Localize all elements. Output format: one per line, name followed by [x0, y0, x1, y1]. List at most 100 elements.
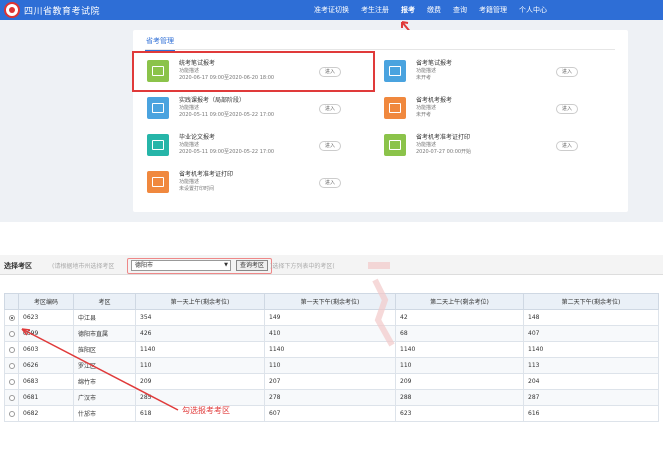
seats-d1-am: 426 — [135, 325, 265, 342]
select-area-label: 选择考区 — [4, 262, 32, 270]
exam-title: 实践课报考（局部阶段） — [179, 97, 246, 104]
nav-item-register[interactable]: 考生注册 — [355, 0, 395, 20]
header-d2-pm: 第二天下午(剩余考位) — [523, 293, 659, 310]
area-name: 罗江区 — [73, 357, 136, 374]
header-d1-am: 第一天上午(剩余考位) — [135, 293, 265, 310]
seats-d1-pm: 110 — [264, 357, 396, 374]
seats-d1-pm: 278 — [264, 389, 396, 406]
exam-title: 省考机考报考 — [416, 97, 453, 104]
select-hint-2: )选择下方列表中的考区( — [270, 263, 335, 270]
exam-desc: 功能描述 — [179, 179, 200, 185]
header-d2-am: 第二天上午(剩余考位) — [395, 293, 524, 310]
exam-time: 2020-07-27 00:00开始 — [416, 149, 472, 155]
table-row[interactable]: 0603 旌阳区 1140 1140 1140 1140 — [4, 341, 659, 358]
query-area-button[interactable]: 查询考区 — [236, 260, 268, 271]
area-name: 绵竹市 — [73, 373, 136, 390]
nav-item-payment[interactable]: 缴费 — [421, 0, 447, 20]
area-radio[interactable] — [8, 362, 15, 369]
seats-d2-am: 110 — [395, 357, 524, 374]
table-row[interactable]: 0683 绵竹市 209 207 209 204 — [4, 373, 659, 390]
seats-d2-pm: 113 — [523, 357, 659, 374]
seats-d1-pm: 607 — [264, 405, 396, 422]
exam-icon — [147, 134, 169, 156]
seats-d1-am: 354 — [135, 309, 265, 326]
seats-d2-pm: 407 — [523, 325, 659, 342]
city-select-value: 德阳市 — [135, 262, 154, 269]
exam-icon — [147, 97, 169, 119]
seats-d2-am: 623 — [395, 405, 524, 422]
exam-icon — [147, 171, 169, 193]
table-row[interactable]: 0623 中江县 354 149 42 148 — [4, 309, 659, 326]
seats-d2-pm: 204 — [523, 373, 659, 390]
nav-item-records[interactable]: 考籍管理 — [473, 0, 513, 20]
area-radio[interactable] — [8, 314, 15, 321]
city-select[interactable]: 德阳市 ▼ — [131, 260, 231, 271]
table-header-row: 考区编码 考区 第一天上午(剩余考位) 第一天下午(剩余考位) 第二天上午(剩余… — [4, 293, 659, 310]
seal-icon — [4, 2, 20, 18]
nav-menu: 准考证切换 考生注册 报考 缴费 查询 考籍管理 个人中心 — [308, 0, 553, 20]
seats-d2-am: 1140 — [395, 341, 524, 358]
exam-desc: 功能描述 — [416, 105, 437, 111]
exam-time: 未开考 — [416, 75, 432, 81]
seats-d2-am: 42 — [395, 309, 524, 326]
seats-d1-am: 110 — [135, 357, 265, 374]
divider — [145, 49, 615, 50]
area-radio[interactable] — [8, 378, 15, 385]
exam-time: 未开考 — [416, 112, 432, 118]
exam-icon — [384, 97, 406, 119]
nav-item-admission-switch[interactable]: 准考证切换 — [308, 0, 355, 20]
area-code: 0681 — [18, 389, 74, 406]
area-name: 旌阳区 — [73, 341, 136, 358]
table-row[interactable]: 0699 德阳市直属 426 410 68 407 — [4, 325, 659, 342]
seats-d1-pm: 207 — [264, 373, 396, 390]
seats-d2-pm: 1140 — [523, 341, 659, 358]
area-radio[interactable] — [8, 394, 15, 401]
enter-button[interactable]: 进入 — [556, 67, 578, 77]
exam-time: 未设置打印时间 — [179, 186, 215, 192]
seats-d2-am: 68 — [395, 325, 524, 342]
seats-d2-pm: 616 — [523, 405, 659, 422]
enter-button[interactable]: 进入 — [319, 178, 341, 188]
seats-d2-am: 288 — [395, 389, 524, 406]
seats-d1-am: 285 — [135, 389, 265, 406]
nav-item-profile[interactable]: 个人中心 — [513, 0, 553, 20]
area-radio[interactable] — [8, 346, 15, 353]
nav-item-apply[interactable]: 报考 — [395, 0, 421, 20]
exam-area-table: 考区编码 考区 第一天上午(剩余考位) 第一天下午(剩余考位) 第二天上午(剩余… — [4, 293, 659, 422]
area-selector-bar: 选择考区 (请根据地市州选择考区 德阳市 ▼ 查询考区 )选择下方列表中的考区( — [0, 255, 663, 275]
enter-button[interactable]: 进入 — [556, 141, 578, 151]
area-code: 0683 — [18, 373, 74, 390]
exam-area-selection-panel: 选择考区 (请根据地市州选择考区 德阳市 ▼ 查询考区 )选择下方列表中的考区(… — [0, 255, 663, 455]
highlight-box — [132, 51, 375, 92]
area-radio[interactable] — [8, 410, 15, 417]
table-row[interactable]: 0682 什邡市 618 607 623 616 — [4, 405, 659, 422]
area-code: 0626 — [18, 357, 74, 374]
area-name: 广汉市 — [73, 389, 136, 406]
exam-icon — [384, 60, 406, 82]
area-radio[interactable] — [8, 330, 15, 337]
logo-text: 四川省教育考试院 — [24, 6, 101, 17]
enter-button[interactable]: 进入 — [319, 141, 341, 151]
annotation-text: 勾选报考考区 — [182, 406, 230, 415]
exam-desc: 功能描述 — [179, 142, 200, 148]
exam-desc: 功能描述 — [416, 68, 437, 74]
nav-item-query[interactable]: 查询 — [447, 0, 473, 20]
table-row[interactable]: 0681 广汉市 285 278 288 287 — [4, 389, 659, 406]
table-row[interactable]: 0626 罗江区 110 110 110 113 — [4, 357, 659, 374]
seats-d1-am: 209 — [135, 373, 265, 390]
exam-time: 2020-05-11 09:00至2020-05-22 17:00 — [179, 149, 275, 155]
top-navbar: 四川省教育考试院 准考证切换 考生注册 报考 缴费 查询 考籍管理 个人中心 — [0, 0, 663, 20]
header-d1-pm: 第一天下午(剩余考位) — [264, 293, 396, 310]
exam-portal-panel: 四川省教育考试院 准考证切换 考生注册 报考 缴费 查询 考籍管理 个人中心 省… — [0, 0, 663, 222]
enter-button[interactable]: 进入 — [556, 104, 578, 114]
area-name: 什邡市 — [73, 405, 136, 422]
exam-desc: 功能描述 — [416, 142, 437, 148]
area-code: 0699 — [18, 325, 74, 342]
seats-d1-pm: 1140 — [264, 341, 396, 358]
seats-d2-pm: 148 — [523, 309, 659, 326]
enter-button[interactable]: 进入 — [319, 104, 341, 114]
area-code: 0682 — [18, 405, 74, 422]
exam-desc: 功能描述 — [179, 105, 200, 111]
seats-d1-pm: 410 — [264, 325, 396, 342]
exam-title: 省考机考准考证打印 — [416, 134, 471, 141]
